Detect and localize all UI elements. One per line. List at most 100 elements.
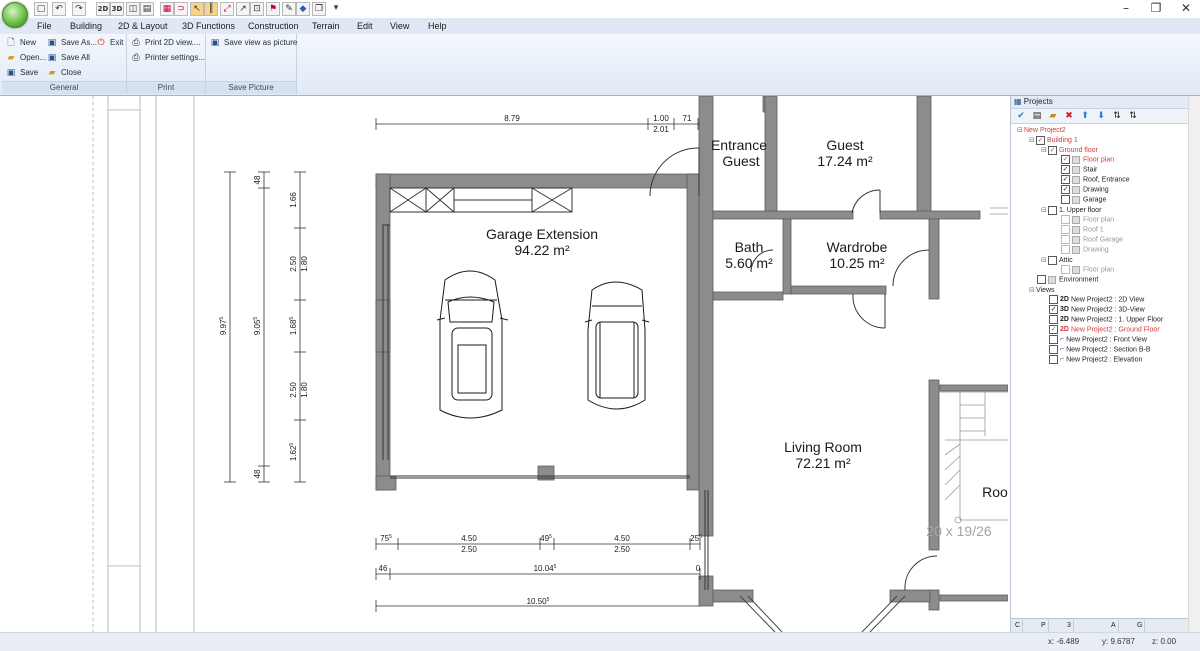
entrance-name-2: Guest: [722, 153, 759, 169]
tree-roof-entrance[interactable]: ✓ Roof, Entrance: [1061, 175, 1130, 185]
menu-file[interactable]: File: [37, 18, 52, 34]
tab-projects[interactable]: P: [1039, 620, 1049, 632]
menu-construction[interactable]: Construction: [248, 18, 299, 34]
redo-icon[interactable]: ↷: [72, 2, 86, 16]
snap-icon[interactable]: ⤢: [220, 2, 234, 16]
tree-view-3d[interactable]: ✓ 3D New Project2 : 3D-View: [1049, 305, 1145, 315]
status-bar: x: -6.489 y: 9.6787 z: 0.00: [0, 632, 1200, 651]
flag-icon[interactable]: ⚑: [266, 2, 280, 16]
pointer-icon[interactable]: ↗: [236, 2, 250, 16]
move-down-icon[interactable]: ⬇: [1095, 110, 1107, 122]
tree-view-2d[interactable]: 2D New Project2 : 2D View: [1049, 295, 1144, 305]
menu-terrain[interactable]: Terrain: [312, 18, 340, 34]
bath-name: Bath: [735, 239, 764, 255]
panel-tabs: C P 3 A G: [1011, 618, 1189, 633]
tree-attic[interactable]: ⊟ Attic: [1041, 255, 1073, 265]
save-all-button[interactable]: ▣ Save All: [47, 51, 90, 65]
tab-attributes[interactable]: A: [1109, 620, 1119, 632]
tree-view-section[interactable]: ⌐ New Project2 : Section B-B: [1049, 345, 1151, 355]
garage-area: 94.22 m²: [514, 242, 570, 258]
tab-3d[interactable]: 3: [1065, 620, 1074, 632]
tree-roof1[interactable]: Roof 1: [1061, 225, 1104, 235]
wardrobe-area: 10.25 m²: [829, 255, 885, 271]
note-icon[interactable]: ✎: [282, 2, 296, 16]
tree-ground-floor[interactable]: ⊟ ✓ Ground floor: [1041, 145, 1098, 155]
save-button[interactable]: ▣ Save: [6, 66, 39, 80]
tree-view-front[interactable]: ⌐ New Project2 : Front View: [1049, 335, 1147, 345]
guest-area: 17.24 m²: [817, 153, 873, 169]
menu-view[interactable]: View: [390, 18, 409, 34]
save-as-button[interactable]: ▣ Save As...: [47, 36, 97, 50]
tree-view-ground[interactable]: ✓ 2D New Project2 : Ground Floor: [1049, 325, 1160, 335]
garage-name: Garage Extension: [486, 226, 598, 242]
tree-roof-garage[interactable]: Roof Garage: [1061, 235, 1123, 245]
select-icon[interactable]: ↖: [190, 2, 204, 16]
sort-za-icon[interactable]: ⇅: [1127, 110, 1139, 122]
tree-view-elevation[interactable]: ⌐ New Project2 : Elevation: [1049, 355, 1142, 365]
view-2d-button[interactable]: 2D: [96, 2, 110, 16]
save-view-as-picture-button[interactable]: ▣ Save view as picture: [210, 36, 298, 50]
menu-building[interactable]: Building: [70, 18, 102, 34]
check-icon[interactable]: ✔: [1015, 110, 1027, 122]
tab-groups[interactable]: G: [1135, 620, 1146, 632]
floppy-icon: ▣: [6, 68, 16, 78]
tree-garage[interactable]: Garage: [1061, 195, 1106, 205]
projects-panel: ▦ Projects ✔ ▤ ▰ ✖ ⬆ ⬇ ⇅ ⇅ ⊟New Project2…: [1010, 96, 1189, 633]
application-orb-icon[interactable]: [2, 2, 28, 28]
ribbon-group-print-label: Print: [127, 81, 205, 94]
layout-icon[interactable]: ▤: [140, 2, 154, 16]
move-up-icon[interactable]: ⬆: [1079, 110, 1091, 122]
delete-icon[interactable]: ✖: [1063, 110, 1075, 122]
exit-button[interactable]: ⏻ Exit: [96, 36, 123, 50]
dim-s1: 48: [253, 175, 262, 184]
magnet-icon[interactable]: ⊃: [174, 2, 188, 16]
printer-icon: ⎙: [132, 38, 140, 48]
dim-b2a: 46: [379, 564, 388, 573]
view-3d-button[interactable]: 3D: [110, 2, 124, 16]
dim-s6: 2.50: [289, 382, 298, 398]
copy-icon[interactable]: ❐: [312, 2, 326, 16]
guest-name: Guest: [826, 137, 863, 153]
vertical-scrollbar[interactable]: [1188, 96, 1200, 632]
menu-edit[interactable]: Edit: [357, 18, 373, 34]
tree-project[interactable]: ⊟New Project2: [1017, 125, 1066, 135]
sort-az-icon[interactable]: ⇅: [1111, 110, 1123, 122]
walls: [375, 96, 1008, 611]
grid-icon[interactable]: ▦: [160, 2, 174, 16]
car-left: [436, 270, 509, 419]
menu-help[interactable]: Help: [428, 18, 447, 34]
tree-uf-drawing[interactable]: Drawing: [1061, 245, 1109, 255]
tree-stair[interactable]: ✓ Stair: [1061, 165, 1097, 175]
title-bar: ▢ ↶ ↷ 2D 3D ◫ ▤ ▦ ⊃ ↖ ║ ⤢ ↗ ⊡ ⚑ ✎ ◆ ❐ ▾ …: [0, 0, 1200, 19]
measure-icon[interactable]: ⊡: [250, 2, 264, 16]
new-doc-icon[interactable]: ▢: [34, 2, 48, 16]
add-folder-icon[interactable]: ▰: [1047, 110, 1059, 122]
properties-icon[interactable]: ▤: [1031, 110, 1043, 122]
tree-view-upper[interactable]: 2D New Project2 : 1. Upper Floor: [1049, 315, 1163, 325]
tree-views[interactable]: ⊟Views: [1029, 285, 1055, 295]
customize-qat-icon[interactable]: ▾: [330, 2, 342, 14]
tree-floor-plan[interactable]: ✓ Floor plan: [1061, 155, 1114, 165]
menu-3d-functions[interactable]: 3D Functions: [182, 18, 235, 34]
brush-icon[interactable]: ◆: [296, 2, 310, 16]
tree-environment[interactable]: Environment: [1037, 275, 1098, 285]
close-window-icon[interactable]: ✕: [1166, 0, 1200, 18]
dim-top-a: 8.79: [504, 114, 520, 123]
plan-canvas[interactable]: Garage Extension 94.22 m² Entrance Guest…: [0, 96, 1008, 632]
tree-uf-floor-plan[interactable]: Floor plan: [1061, 215, 1114, 225]
tree-upper-floor[interactable]: ⊟ 1. Upper floor: [1041, 205, 1101, 215]
tree-attic-floor-plan[interactable]: Floor plan: [1061, 265, 1114, 275]
print-2d-view-button[interactable]: ⎙ Print 2D view....: [131, 36, 200, 50]
tab-catalog[interactable]: C: [1013, 620, 1024, 632]
tree-drawing[interactable]: ✓ Drawing: [1061, 185, 1109, 195]
ribbon-group-print: ⎙ Print 2D view.... ⎙ Printer settings... …: [127, 34, 206, 94]
undo-icon[interactable]: ↶: [52, 2, 66, 16]
close-button[interactable]: ▰ Close: [47, 66, 82, 80]
open-button[interactable]: ▰ Open...: [6, 51, 47, 65]
tree-building[interactable]: ⊟ ✓ Building 1: [1029, 135, 1078, 145]
printer-settings-button[interactable]: ⎙ Printer settings...: [131, 51, 205, 65]
split-view-icon[interactable]: ◫: [126, 2, 140, 16]
menu-2d-layout[interactable]: 2D & Layout: [118, 18, 168, 34]
new-button[interactable]: 🗋 New: [6, 36, 36, 50]
wall-icon[interactable]: ║: [204, 2, 218, 16]
